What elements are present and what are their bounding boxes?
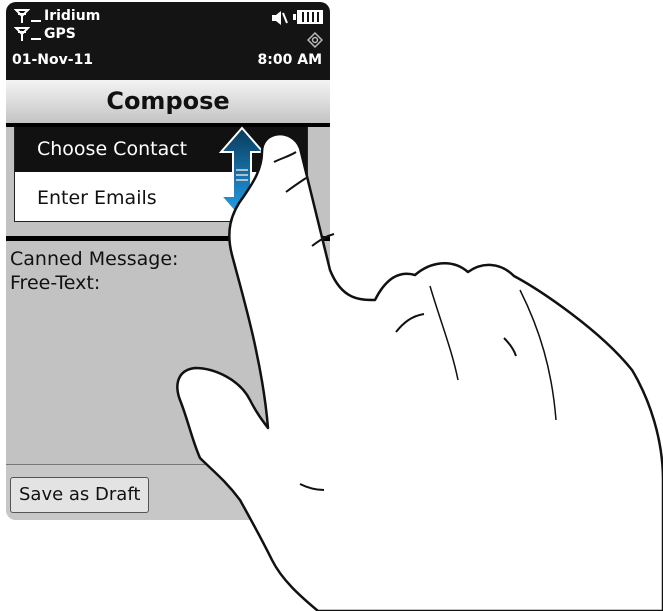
send-button[interactable] [282,477,324,513]
network-gps: GPS [44,26,76,42]
save-as-draft-button[interactable]: Save as Draft [10,477,150,513]
page-title: Compose [106,87,230,115]
footer-bar: Save as Draft [6,464,330,520]
section-divider [6,236,330,241]
network-iridium: Iridium [44,8,101,24]
antenna-icon [14,9,30,23]
device-screen: Iridium GPS 01-Nov-11 8:00 AM Compose Ch… [6,2,330,520]
menu-item-label: Enter Emails [37,187,157,209]
gps-target-icon [307,32,323,48]
title-bar: Compose [6,80,330,127]
status-bar: Iridium GPS 01-Nov-11 8:00 AM [6,2,330,80]
status-date: 01-Nov-11 [12,52,94,68]
mute-icon [272,11,288,25]
canned-message-label[interactable]: Canned Message: [10,248,178,270]
battery-icon [293,10,323,24]
menu-item-label: Choose Contact [37,138,188,160]
free-text-label[interactable]: Free-Text: [10,272,100,294]
antenna-icon [14,27,30,41]
status-time: 8:00 AM [257,52,322,68]
scroll-up-down-icon[interactable] [218,126,266,222]
